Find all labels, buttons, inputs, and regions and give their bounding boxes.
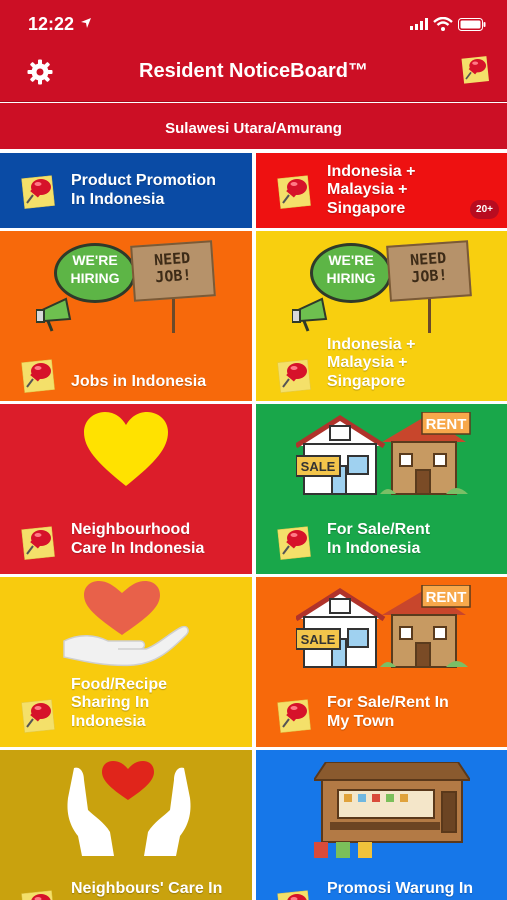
signal-icon — [410, 18, 428, 30]
hiring-line: WE'RE — [328, 252, 374, 268]
app-title: Resident NoticeBoard™ — [139, 60, 368, 82]
tile-label-line: Indonesia + — [327, 335, 416, 353]
tile-label-line: Promosi Warung In — [327, 880, 474, 897]
tile-label: For Sale/Rent In Indonesia — [327, 521, 499, 558]
need-job-line: JOB! — [154, 265, 192, 287]
category-tile[interactable]: RENT SALE For Sale/Rent In Indonesia — [256, 404, 507, 574]
houses-icon: RENT SALE — [296, 412, 471, 495]
pushpin-note-icon[interactable] — [461, 54, 491, 84]
nav-bar: Resident NoticeBoard™ — [0, 44, 507, 102]
pushpin-note-icon — [21, 890, 55, 900]
tile-label-line: Jobs in Indonesia — [71, 372, 207, 390]
status-bar: 12:22 — [0, 0, 507, 44]
location-arrow-icon — [81, 18, 91, 28]
notification-badge: 20+ — [470, 200, 499, 219]
megaphone-icon — [36, 297, 72, 332]
category-tile[interactable]: Neighbourhood Care In Indonesia — [0, 404, 252, 574]
need-job-line: JOB! — [410, 265, 448, 287]
rent-text: RENT — [426, 416, 467, 433]
tile-label-line: Malaysia + — [327, 181, 408, 199]
megaphone-icon — [292, 297, 328, 332]
hiring-line: WE'RE — [72, 252, 118, 268]
tile-label: For Sale/Rent In My Town — [327, 694, 499, 731]
tile-label-line: In Indonesia — [327, 539, 421, 557]
hands-heart-icon — [67, 761, 191, 856]
tile-label: Neighbourhood Care In Indonesia — [71, 521, 244, 558]
category-tile[interactable]: Indonesia + Malaysia + Singapore 20+ — [256, 153, 507, 228]
warung-stall-icon — [314, 762, 470, 858]
category-tile[interactable]: Promosi Warung InMy Town — [256, 750, 507, 900]
tile-label-line: Neighbours' Care In — [71, 880, 223, 897]
tile-label-line: Care In Indonesia — [71, 539, 205, 557]
tile-label: Indonesia + Malaysia + Singapore — [327, 336, 499, 392]
sale-text: SALE — [301, 459, 336, 474]
tile-label: Jobs in Indonesia — [71, 373, 244, 392]
tile-label-line: In Indonesia — [71, 190, 165, 208]
tile-label-line: Sharing In — [71, 694, 150, 711]
tile-label: Food/Recipe Sharing In Indonesia — [71, 676, 244, 732]
category-tile[interactable]: RENT SALE For Sale/Rent In My Town — [256, 577, 507, 747]
tile-label-line: Product Promotion — [71, 172, 216, 189]
sign-stick — [428, 299, 431, 333]
need-job-sign: NEED JOB! — [130, 240, 216, 302]
category-grid: Product Promotion In Indonesia Indonesia +… — [0, 153, 507, 900]
rent-text: RENT — [426, 589, 467, 606]
location-bar[interactable]: Sulawesi Utara/Amurang — [0, 103, 507, 151]
category-tile[interactable]: Product Promotion In Indonesia — [0, 153, 252, 228]
pushpin-note-icon — [21, 359, 55, 393]
pushpin-note-icon — [21, 526, 55, 560]
tile-label-line: Food/Recipe — [71, 675, 168, 693]
sale-text: SALE — [301, 632, 336, 647]
location-label: Sulawesi Utara/Amurang — [165, 120, 342, 137]
heart-icon — [84, 412, 168, 486]
houses-icon: RENT SALE — [296, 585, 471, 668]
pushpin-note-icon — [277, 359, 311, 393]
tile-label-line: Neighbourhood — [71, 521, 191, 538]
pushpin-note-icon — [277, 174, 311, 209]
battery-icon — [458, 18, 486, 31]
tile-label-line: For Sale/Rent In — [327, 694, 449, 711]
hiring-line: HIRING — [326, 270, 376, 286]
category-tile[interactable]: Food/Recipe Sharing In Indonesia — [0, 577, 252, 747]
sign-stick — [172, 299, 175, 333]
pushpin-note-icon — [277, 526, 311, 560]
tile-label-line: For Sale/Rent — [327, 521, 431, 538]
pushpin-note-icon — [277, 699, 311, 733]
tile-label-line: Singapore — [327, 372, 406, 390]
need-job-sign: NEED JOB! — [386, 240, 472, 302]
pushpin-note-icon — [21, 174, 55, 209]
hand-heart-icon — [63, 581, 189, 667]
wifi-icon — [433, 17, 453, 31]
hiring-line: HIRING — [70, 270, 120, 286]
tile-label-line: Malaysia + — [327, 354, 408, 371]
tile-label-line: Indonesia + — [327, 162, 416, 180]
pushpin-note-icon — [21, 699, 55, 733]
status-time: 12:22 — [28, 14, 75, 34]
tile-label: Neighbours' Care InMy Town — [71, 880, 244, 900]
tile-label-line: Indonesia — [71, 712, 146, 730]
category-tile[interactable]: WE'RE HIRING NEED JOB! Jobs in Indonesia — [0, 231, 252, 401]
category-tile[interactable]: WE'RE HIRING NEED JOB! Indonesia + Malaysia +… — [256, 231, 507, 401]
tile-label: Product Promotion In Indonesia — [71, 172, 244, 209]
pushpin-note-icon — [277, 890, 311, 900]
category-tile[interactable]: Neighbours' Care InMy Town — [0, 750, 252, 900]
tile-label: Promosi Warung InMy Town — [327, 880, 499, 900]
tile-label-line: My Town — [327, 712, 395, 730]
